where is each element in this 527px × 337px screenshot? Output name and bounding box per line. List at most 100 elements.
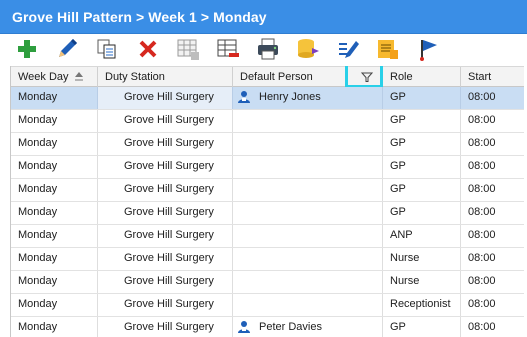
person-name: Henry Jones [259,91,321,103]
cell-default-person: Peter Davies [233,317,383,337]
cell-duty-station: Grove Hill Surgery [98,202,233,224]
table-row[interactable]: Monday Grove Hill Surgery ANP 08:00 [11,225,524,248]
grid-remove-icon [217,39,239,57]
database-icon [298,39,319,58]
copy-button[interactable] [94,36,120,62]
pattern-grid: Week Day Duty Station Default Person Rol… [10,66,524,337]
cell-week-day: Monday [11,133,98,155]
cell-start: 08:00 [468,252,496,264]
cell-start: 08:00 [468,321,496,333]
table-row[interactable]: Monday Grove Hill Surgery Nurse 08:00 [11,248,524,271]
table-row[interactable]: Monday Grove Hill Surgery GP 08:00 [11,202,524,225]
cell-default-person [233,271,383,293]
flag-icon [420,40,437,61]
cell-default-person [233,225,383,247]
cell-duty-station: Grove Hill Surgery [98,156,233,178]
cell-week-day: Monday [11,248,98,270]
cell-default-person [233,248,383,270]
sort-ascending-icon [75,72,83,81]
cell-role: ANP [383,225,461,247]
cell-duty-station: Grove Hill Surgery [98,225,233,247]
cell-duty-station: Grove Hill Surgery [98,317,233,337]
table-row[interactable]: Monday Grove Hill Surgery Henry Jones GP… [11,87,524,110]
cell-duty-station: Grove Hill Surgery [98,271,233,293]
person-name: Peter Davies [259,321,322,333]
cell-default-person [233,202,383,224]
column-header-label: Duty Station [105,71,165,83]
cell-duty-station: Grove Hill Surgery [98,110,233,132]
flag-button[interactable] [415,36,441,62]
table-row[interactable]: Monday Grove Hill Surgery Peter Davies G… [11,317,524,337]
cell-duty-station: Grove Hill Surgery [98,294,233,316]
cell-week-day: Monday [11,225,98,247]
cell-role: GP [383,202,461,224]
cross-icon [139,40,157,58]
grid-add-icon [177,39,199,60]
add-column-button[interactable] [175,36,201,62]
cell-default-person [233,110,383,132]
cell-start: 08:00 [468,114,496,126]
cell-start: 08:00 [468,91,496,103]
cell-role: GP [383,87,461,109]
cell-role: GP [383,179,461,201]
column-header-start[interactable]: Start [461,67,524,87]
cell-role: GP [383,110,461,132]
cell-role: GP [383,133,461,155]
remove-row-button[interactable] [215,36,241,62]
cell-default-person [233,133,383,155]
column-header-role[interactable]: Role [383,67,461,87]
cell-week-day: Monday [11,202,98,224]
cell-week-day: Monday [11,87,98,109]
cell-week-day: Monday [11,110,98,132]
pencil-list-icon [339,41,359,58]
add-button[interactable] [14,36,40,62]
title-bar: Grove Hill Pattern > Week 1 > Monday [0,0,527,34]
database-button[interactable] [295,36,321,62]
table-row[interactable]: Monday Grove Hill Surgery GP 08:00 [11,156,524,179]
cell-role: GP [383,156,461,178]
cell-start: 08:00 [468,298,496,310]
filter-highlight-box [345,66,383,88]
edit-button[interactable] [54,36,80,62]
cell-start: 08:00 [468,206,496,218]
cell-week-day: Monday [11,317,98,337]
cell-role: Receptionist [383,294,461,316]
cell-start: 08:00 [468,137,496,149]
grid-header: Week Day Duty Station Default Person Rol… [11,66,524,87]
person-icon [238,321,250,333]
copy-icon [97,39,116,59]
cell-duty-station: Grove Hill Surgery [98,179,233,201]
cell-start: 08:00 [468,183,496,195]
column-header-week-day[interactable]: Week Day [11,67,98,87]
notes-icon [378,40,398,59]
table-row[interactable]: Monday Grove Hill Surgery GP 08:00 [11,133,524,156]
table-row[interactable]: Monday Grove Hill Surgery Nurse 08:00 [11,271,524,294]
edit-list-button[interactable] [335,36,361,62]
plus-icon [18,40,36,58]
column-header-duty-station[interactable]: Duty Station [98,67,233,87]
cell-start: 08:00 [468,160,496,172]
cell-duty-station: Grove Hill Surgery [98,248,233,270]
cell-role: GP [383,317,461,337]
cell-week-day: Monday [11,156,98,178]
delete-button[interactable] [135,36,161,62]
table-row[interactable]: Monday Grove Hill Surgery GP 08:00 [11,110,524,133]
toolbar [0,34,527,66]
column-header-label: Role [390,71,413,83]
breadcrumb-title: Grove Hill Pattern > Week 1 > Monday [12,9,267,25]
notes-button[interactable] [375,36,401,62]
cell-duty-station: Grove Hill Surgery [98,133,233,155]
table-row[interactable]: Monday Grove Hill Surgery Receptionist 0… [11,294,524,317]
column-header-label: Default Person [240,71,313,83]
cell-default-person [233,156,383,178]
pencil-icon [59,39,77,57]
table-row[interactable]: Monday Grove Hill Surgery GP 08:00 [11,179,524,202]
cell-duty-station: Grove Hill Surgery [98,87,233,109]
cell-week-day: Monday [11,271,98,293]
print-button[interactable] [255,36,281,62]
cell-week-day: Monday [11,294,98,316]
cell-role: Nurse [383,271,461,293]
cell-week-day: Monday [11,179,98,201]
cell-default-person [233,294,383,316]
cell-default-person [233,179,383,201]
